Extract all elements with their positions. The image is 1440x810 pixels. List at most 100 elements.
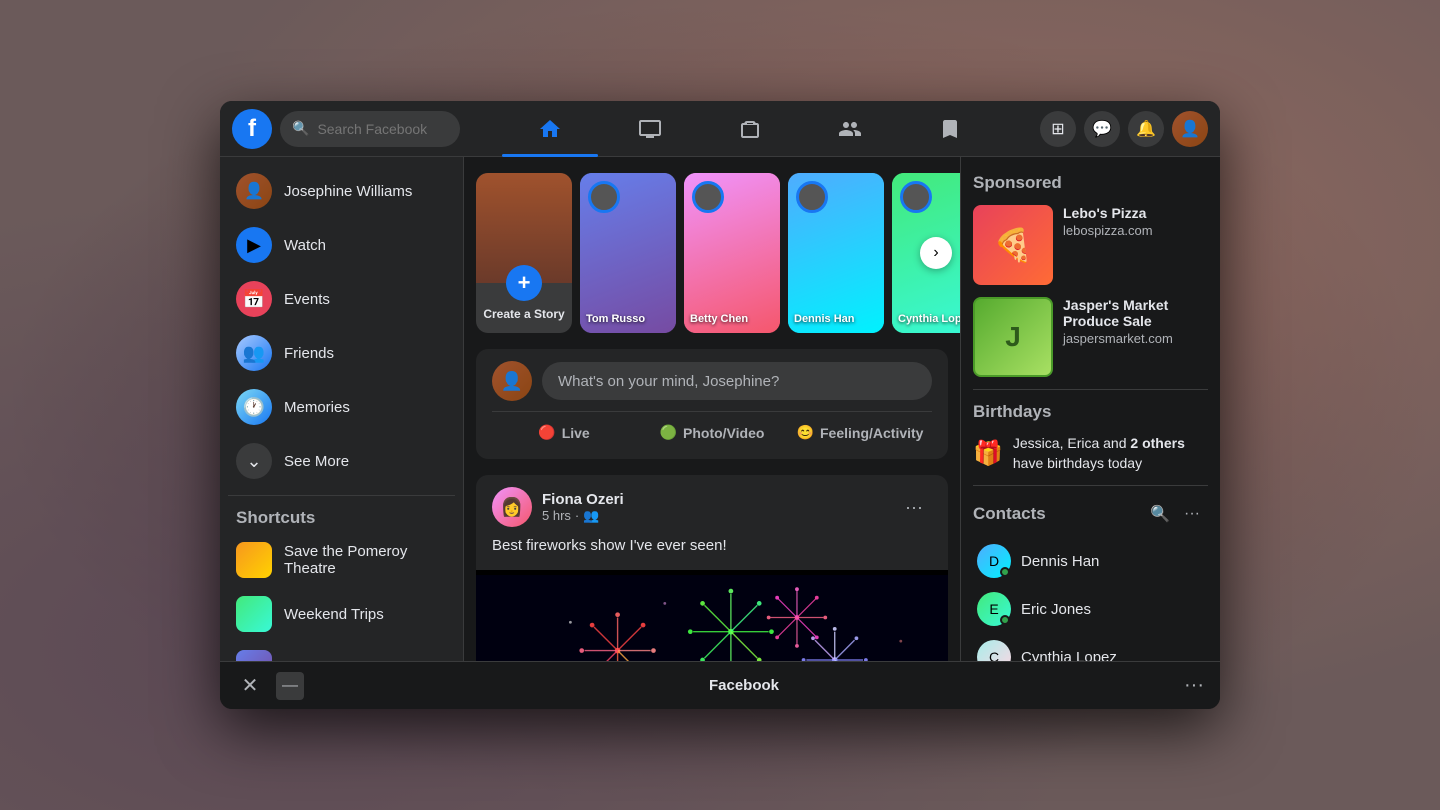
app-window: f 🔍 ⊞ 💬 🔔 👤 xyxy=(220,101,1220,709)
header: f 🔍 ⊞ 💬 🔔 👤 xyxy=(220,101,1220,157)
story-name-tom: Tom Russo xyxy=(586,313,670,325)
sidebar-item-user[interactable]: 👤 Josephine Williams xyxy=(228,165,455,217)
ad-card-jasper[interactable]: J Jasper's Market Produce Sale jaspersma… xyxy=(973,297,1208,377)
birthday-text: Jessica, Erica and 2 others have birthda… xyxy=(1013,434,1208,473)
app-title-bottom: Facebook xyxy=(316,677,1172,694)
facebook-logo[interactable]: f xyxy=(232,109,272,149)
post-username[interactable]: Fiona Ozeri xyxy=(542,491,886,508)
sidebar-username: Josephine Williams xyxy=(284,183,412,200)
contact-dennis[interactable]: D Dennis Han xyxy=(973,538,1208,584)
shortcut-pomeroy-label: Save the Pomeroy Theatre xyxy=(284,543,447,577)
user-avatar-header[interactable]: 👤 xyxy=(1172,111,1208,147)
ad-title-jasper: Jasper's Market Produce Sale xyxy=(1063,297,1208,329)
shortcuts-title: Shortcuts xyxy=(228,504,455,534)
nav-tab-watch[interactable] xyxy=(602,105,698,153)
sidebar-item-memories[interactable]: 🕐 Memories xyxy=(228,381,455,433)
post-more-button[interactable]: ··· xyxy=(896,489,932,525)
birthday-bold: 2 others xyxy=(1130,435,1184,451)
birthdays-title: Birthdays xyxy=(973,402,1208,422)
main-content: 👤 Josephine Williams ▶ Watch 📅 Events 👥 … xyxy=(220,157,1220,661)
search-box[interactable]: 🔍 xyxy=(280,111,460,147)
post-meta: 5 hrs · 👥 xyxy=(542,508,886,524)
story-card-dennis[interactable]: Dennis Han xyxy=(788,173,884,333)
stories-row: + Create a Story Tom Russo Betty Chen xyxy=(476,173,948,333)
sidebar-see-more-button[interactable]: ⌄ See More xyxy=(228,435,455,487)
create-story-card[interactable]: + Create a Story xyxy=(476,173,572,333)
post-feeling-button[interactable]: 😊 Feeling/Activity xyxy=(788,418,932,447)
contacts-header: Contacts 🔍 ··· xyxy=(973,498,1208,530)
memories-icon: 🕐 xyxy=(236,389,272,425)
friends-privacy-icon: 👥 xyxy=(583,508,599,524)
ad-thumb-pizza: 🍕 xyxy=(973,205,1053,285)
post-actions: 🔴 Live 🟢 Photo/Video 😊 Feeling/Activity xyxy=(492,418,932,447)
shortcut-pomeroy[interactable]: Save the Pomeroy Theatre xyxy=(228,534,455,586)
sidebar-item-watch[interactable]: ▶ Watch xyxy=(228,219,455,271)
post-time: 5 hrs xyxy=(542,508,571,523)
post-input[interactable]: What's on your mind, Josephine? xyxy=(542,362,932,400)
birthday-icon: 🎁 xyxy=(973,439,1003,468)
sidebar-friends-label: Friends xyxy=(284,345,334,362)
contact-name-eric: Eric Jones xyxy=(1021,601,1091,618)
story-name-dennis: Dennis Han xyxy=(794,313,878,325)
story-avatar-dennis xyxy=(796,181,828,213)
post-live-button[interactable]: 🔴 Live xyxy=(492,418,636,447)
grid-menu-button[interactable]: ⊞ xyxy=(1040,111,1076,147)
contact-name-dennis: Dennis Han xyxy=(1021,553,1099,570)
shortcut-thumb-jaspers xyxy=(236,650,272,661)
contact-cynthia[interactable]: C Cynthia Lopez xyxy=(973,634,1208,661)
shortcut-weekend-label: Weekend Trips xyxy=(284,606,384,623)
stories-next-button[interactable]: › xyxy=(920,237,952,269)
close-button[interactable]: ✕ xyxy=(236,672,264,700)
messenger-button[interactable]: 💬 xyxy=(1084,111,1120,147)
story-card-betty[interactable]: Betty Chen xyxy=(684,173,780,333)
minimize-button[interactable]: — xyxy=(276,672,304,700)
bottom-more-button[interactable]: ··· xyxy=(1184,674,1204,697)
ad-url-jasper: jaspersmarket.com xyxy=(1063,331,1208,346)
news-post-1: 👩 Fiona Ozeri 5 hrs · 👥 ··· Best firewor… xyxy=(476,475,948,661)
sidebar-see-more-label: See More xyxy=(284,453,349,470)
ad-info-jasper: Jasper's Market Produce Sale jaspersmark… xyxy=(1063,297,1208,377)
sidebar-item-events[interactable]: 📅 Events xyxy=(228,273,455,325)
post-header: 👩 Fiona Ozeri 5 hrs · 👥 ··· xyxy=(476,475,948,535)
shortcut-jaspers[interactable]: Jasper's Market xyxy=(228,642,455,661)
watch-icon: ▶ xyxy=(236,227,272,263)
post-photo-button[interactable]: 🟢 Photo/Video xyxy=(640,418,784,447)
nav-tab-saved[interactable] xyxy=(902,105,998,153)
ad-card-pizza[interactable]: 🍕 Lebo's Pizza lebospizza.com xyxy=(973,205,1208,285)
contact-eric[interactable]: E Eric Jones xyxy=(973,586,1208,632)
post-divider xyxy=(492,411,932,412)
story-name-betty: Betty Chen xyxy=(690,313,774,325)
sidebar-item-friends[interactable]: 👥 Friends xyxy=(228,327,455,379)
events-icon: 📅 xyxy=(236,281,272,317)
notifications-button[interactable]: 🔔 xyxy=(1128,111,1164,147)
story-card-tom[interactable]: Tom Russo xyxy=(580,173,676,333)
nav-tab-marketplace[interactable] xyxy=(702,105,798,153)
live-label: Live xyxy=(562,425,590,441)
contacts-more-button[interactable]: ··· xyxy=(1176,498,1208,530)
contacts-search-button[interactable]: 🔍 xyxy=(1144,498,1176,530)
feed: + Create a Story Tom Russo Betty Chen xyxy=(464,157,960,661)
ad-info-pizza: Lebo's Pizza lebospizza.com xyxy=(1063,205,1208,285)
photo-icon: 🟢 xyxy=(660,424,677,441)
create-story-label: Create a Story xyxy=(479,301,568,321)
shortcut-weekend[interactable]: Weekend Trips xyxy=(228,588,455,640)
live-icon: 🔴 xyxy=(538,424,555,441)
feeling-label: Feeling/Activity xyxy=(820,425,923,441)
shortcut-thumb-pomeroy xyxy=(236,542,272,578)
nav-tab-friends[interactable] xyxy=(802,105,898,153)
header-actions: ⊞ 💬 🔔 👤 xyxy=(1040,111,1208,147)
search-input[interactable] xyxy=(317,121,437,137)
shortcut-thumb-weekend xyxy=(236,596,272,632)
online-indicator-eric xyxy=(1000,615,1010,625)
post-box: 👤 What's on your mind, Josephine? 🔴 Live… xyxy=(476,349,948,459)
contact-name-cynthia: Cynthia Lopez xyxy=(1021,649,1117,661)
chevron-down-icon: ⌄ xyxy=(236,443,272,479)
post-image-fireworks xyxy=(476,570,948,662)
birthday-text-post: have birthdays today xyxy=(1013,455,1142,471)
post-box-top: 👤 What's on your mind, Josephine? xyxy=(492,361,932,401)
contact-avatar-dennis: D xyxy=(977,544,1011,578)
contact-avatar-eric: E xyxy=(977,592,1011,626)
nav-tabs xyxy=(468,105,1032,153)
feeling-icon: 😊 xyxy=(797,424,814,441)
nav-tab-home[interactable] xyxy=(502,105,598,153)
